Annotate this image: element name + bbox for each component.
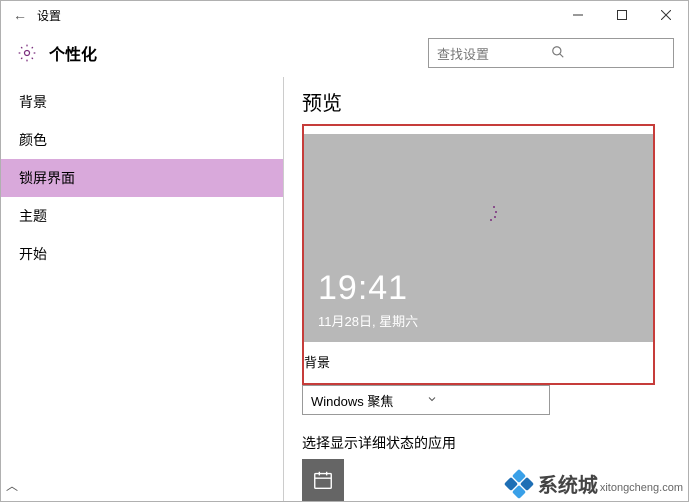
body: 背景 颜色 锁屏界面 主题 开始 ︿ 预览 19:41 11月28日, [1, 77, 688, 501]
sidebar-item-label: 开始 [19, 244, 47, 264]
watermark-url: xitongcheng.com [600, 482, 683, 494]
search-placeholder: 查找设置 [437, 44, 551, 63]
sidebar-item-label: 颜色 [19, 130, 47, 150]
sidebar-item-label: 主题 [19, 206, 47, 226]
maximize-button[interactable] [600, 1, 644, 29]
content-area: 预览 19:41 11月28日, 星期六 背景 Windows 聚焦 [284, 77, 688, 501]
scroll-up-indicator: ︿ [6, 477, 18, 494]
preview-heading: 预览 [302, 87, 670, 116]
sidebar: 背景 颜色 锁屏界面 主题 开始 ︿ [1, 77, 283, 501]
sidebar-item-label: 背景 [19, 92, 47, 112]
preview-highlight-frame: 19:41 11月28日, 星期六 背景 [302, 124, 655, 385]
sidebar-item-label: 锁屏界面 [19, 168, 75, 188]
calendar-app-tile[interactable] [302, 459, 344, 501]
watermark-brand: 系统城 [538, 469, 598, 498]
loading-spinner-icon [479, 204, 497, 222]
calendar-icon [312, 469, 334, 491]
back-button[interactable]: ← [9, 7, 31, 23]
preview-clock: 19:41 [318, 269, 408, 308]
watermark-logo-icon [506, 471, 532, 497]
lockscreen-preview: 19:41 11月28日, 星期六 [304, 134, 653, 342]
search-input[interactable]: 查找设置 [428, 38, 674, 68]
window-title: 设置 [37, 7, 61, 24]
titlebar: ← 设置 [1, 1, 688, 29]
sidebar-item-colors[interactable]: 颜色 [1, 121, 283, 159]
sidebar-item-start[interactable]: 开始 [1, 235, 283, 273]
sidebar-item-background[interactable]: 背景 [1, 83, 283, 121]
page-title: 个性化 [49, 41, 97, 65]
chevron-down-icon [426, 393, 541, 408]
dropdown-value: Windows 聚焦 [311, 391, 426, 410]
background-dropdown[interactable]: Windows 聚焦 [302, 385, 550, 415]
header: 个性化 查找设置 [1, 29, 688, 77]
minimize-button[interactable] [556, 1, 600, 29]
detail-app-label: 选择显示详细状态的应用 [302, 433, 670, 453]
gear-icon [15, 41, 39, 65]
close-button[interactable] [644, 1, 688, 29]
sidebar-item-themes[interactable]: 主题 [1, 197, 283, 235]
settings-window: ← 设置 个性化 查找设置 背景 颜色 锁 [0, 0, 689, 502]
background-label: 背景 [304, 352, 653, 371]
sidebar-item-lockscreen[interactable]: 锁屏界面 [1, 159, 283, 197]
watermark: 系统城 xitongcheng.com [506, 469, 683, 498]
preview-date: 11月28日, 星期六 [318, 311, 418, 330]
search-icon [551, 45, 665, 62]
